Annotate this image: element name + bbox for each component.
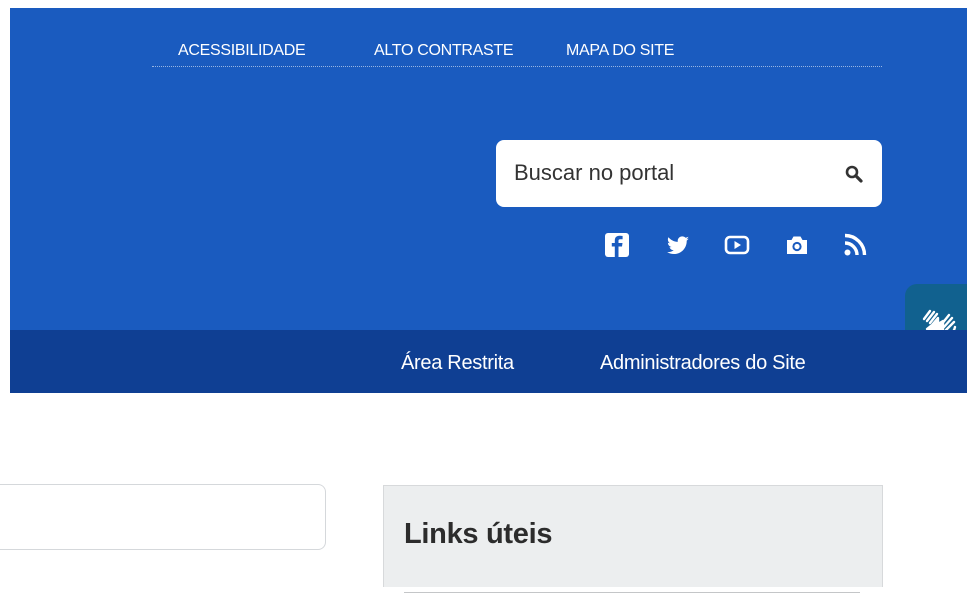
links-panel-title: Links úteis: [404, 518, 553, 550]
nav-link-mapa-do-site[interactable]: MAPA DO SITE: [566, 42, 674, 60]
facebook-icon[interactable]: [604, 232, 630, 258]
content-box: [0, 484, 326, 550]
nav-link-area-restrita[interactable]: Área Restrita: [401, 352, 514, 375]
nav-link-administradores-do-site[interactable]: Administradores do Site: [600, 352, 806, 375]
top-nav: ACESSIBILIDADE ALTO CONTRASTE MAPA DO SI…: [152, 42, 882, 67]
search-box: [496, 140, 882, 207]
search-icon[interactable]: [845, 165, 863, 183]
nav-link-acessibilidade[interactable]: ACESSIBILIDADE: [178, 42, 306, 60]
rss-icon[interactable]: [842, 232, 868, 258]
search-input[interactable]: [514, 158, 814, 188]
youtube-icon[interactable]: [724, 232, 750, 258]
links-panel: Links úteis: [383, 485, 883, 593]
twitter-icon[interactable]: [665, 232, 691, 258]
camera-icon[interactable]: [784, 232, 810, 258]
nav-link-alto-contraste[interactable]: ALTO CONTRASTE: [374, 42, 514, 60]
